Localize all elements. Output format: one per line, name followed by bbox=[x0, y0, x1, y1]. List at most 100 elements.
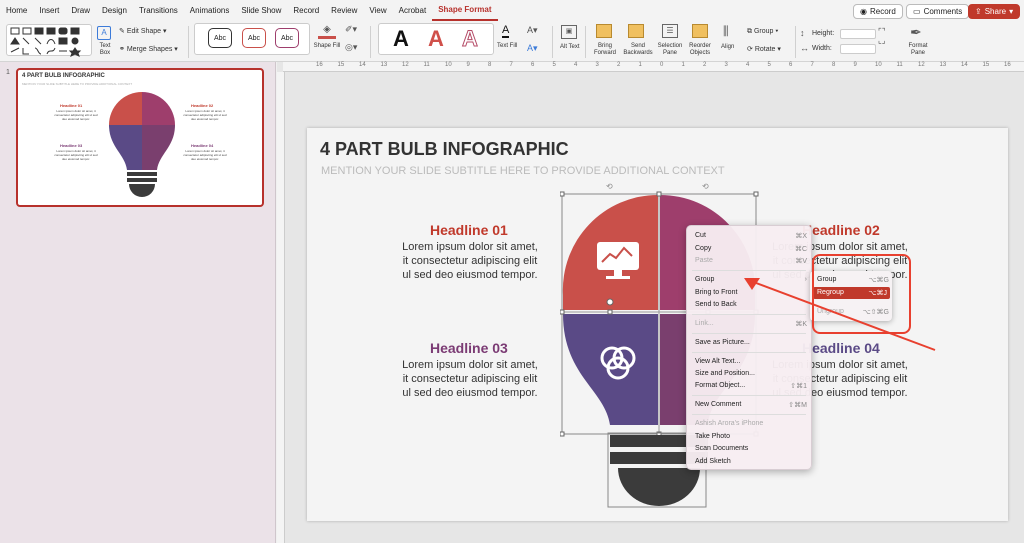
width-field[interactable] bbox=[840, 44, 876, 54]
merge-shapes-icon: ⚭ bbox=[119, 46, 127, 53]
tab-design[interactable]: Design bbox=[96, 0, 133, 22]
ruler-number: 3 bbox=[595, 62, 599, 68]
ruler-number: 8 bbox=[832, 62, 836, 68]
tab-transitions[interactable]: Transitions bbox=[133, 0, 184, 22]
edit-shape-button[interactable]: ✎ Edit Shape ▾ bbox=[119, 27, 167, 35]
thumb-body-2: Lorem ipsum dolor sit amet, it consectet… bbox=[183, 109, 227, 121]
headline-03[interactable]: Headline 03 bbox=[430, 340, 508, 356]
text-fill-icon[interactable]: A bbox=[502, 24, 510, 38]
body-text-01[interactable]: Lorem ipsum dolor sit amet, it consectet… bbox=[402, 240, 538, 282]
selection-pane-label[interactable]: Selection Pane bbox=[655, 43, 685, 57]
send-backward-icon[interactable] bbox=[628, 24, 644, 38]
record-button[interactable]: ◉ Record bbox=[853, 4, 903, 19]
thumb-headline-1: Headline 01 bbox=[60, 103, 83, 108]
ruler-number: 7 bbox=[810, 62, 814, 68]
text-fill-label[interactable]: Text Fill bbox=[497, 43, 517, 49]
headline-01[interactable]: Headline 01 bbox=[430, 222, 508, 238]
menu-item-size-and-position[interactable]: Size and Position... bbox=[695, 370, 807, 377]
body-text-03[interactable]: Lorem ipsum dolor sit amet, it consectet… bbox=[402, 358, 538, 400]
rotate-button[interactable]: ⟳ Rotate ▾ bbox=[747, 45, 781, 53]
size-stepper[interactable]: ⌜⌝ ⌞⌟ bbox=[878, 27, 886, 45]
comment-icon: ▭ bbox=[913, 7, 921, 16]
bring-forward-icon[interactable] bbox=[596, 24, 612, 38]
shape-fill-label[interactable]: Shape Fill bbox=[312, 43, 342, 50]
format-pane-icon[interactable]: ✒ bbox=[910, 24, 922, 41]
menu-section-device: Ashish Arora's iPhone bbox=[695, 420, 807, 427]
format-pane-label[interactable]: Format Pane bbox=[905, 43, 931, 57]
tab-record[interactable]: Record bbox=[287, 0, 325, 22]
tab-slide-show[interactable]: Slide Show bbox=[235, 0, 287, 22]
ribbon-divider bbox=[552, 26, 553, 58]
tab-shape-format[interactable]: Shape Format bbox=[432, 1, 498, 21]
bulb-quadrant-3[interactable] bbox=[563, 314, 658, 425]
shapes-gallery[interactable] bbox=[6, 24, 92, 57]
group-button[interactable]: ⧉ Group ▾ bbox=[747, 28, 778, 36]
merge-shapes-button[interactable]: ⚭ Merge Shapes ▾ bbox=[119, 45, 178, 53]
ruler-number: 6 bbox=[789, 62, 793, 68]
shape-style-2[interactable]: Abc bbox=[242, 28, 266, 48]
rotate-handle-icon[interactable]: ⟲ bbox=[606, 182, 613, 191]
menu-item-label: Group bbox=[695, 276, 715, 283]
text-effects-icon[interactable]: A▾ bbox=[527, 43, 538, 54]
tab-home[interactable]: Home bbox=[0, 0, 33, 22]
rotate-handle-icon[interactable]: ⟲ bbox=[702, 182, 709, 191]
menu-item-label: Paste bbox=[695, 257, 713, 264]
align-label[interactable]: Align bbox=[721, 44, 734, 50]
slide-subtitle[interactable]: MENTION YOUR SLIDE SUBTITLE HERE TO PROV… bbox=[321, 165, 725, 177]
menu-item-format-object[interactable]: Format Object... ⇧⌘1 bbox=[695, 382, 807, 390]
chevron-down-icon: ▾ bbox=[1009, 7, 1014, 16]
send-backwards-label[interactable]: Send Backwards bbox=[620, 43, 656, 57]
menu-item-add-sketch[interactable]: Add Sketch bbox=[695, 458, 807, 465]
bulb-base-cap[interactable] bbox=[618, 468, 700, 506]
chevron-down-icon: ▾ bbox=[161, 28, 167, 35]
ruler-number: 4 bbox=[574, 62, 578, 68]
menu-item-copy[interactable]: Copy ⌘C bbox=[695, 245, 807, 253]
slide-thumbnail[interactable]: 4 PART BULB INFOGRAPHIC MENTION YOUR SLI… bbox=[16, 68, 264, 207]
menu-item-new-comment[interactable]: New Comment ⇧⌘M bbox=[695, 401, 807, 409]
menu-item-take-photo[interactable]: Take Photo bbox=[695, 433, 807, 440]
comments-button[interactable]: ▭ Comments bbox=[906, 4, 970, 19]
text-box-label[interactable]: Text Box bbox=[94, 43, 116, 57]
shape-outline-icon[interactable]: ✐▾ bbox=[345, 24, 357, 35]
ruler-number: 10 bbox=[445, 62, 452, 68]
ruler-number: 10 bbox=[875, 62, 882, 68]
tab-acrobat[interactable]: Acrobat bbox=[393, 0, 433, 22]
share-button[interactable]: ⇪ Share ▾ bbox=[968, 4, 1021, 19]
menu-item-shortcut: ⌘V bbox=[795, 258, 807, 265]
tab-draw[interactable]: Draw bbox=[65, 0, 96, 22]
shape-effects-icon[interactable]: ◎▾ bbox=[345, 42, 357, 53]
menu-item-shortcut: ⇧⌘1 bbox=[790, 383, 807, 390]
thumb-headline-3: Headline 03 bbox=[60, 143, 83, 148]
width-icon: ↔ bbox=[800, 43, 809, 53]
tab-view[interactable]: View bbox=[363, 0, 392, 22]
shape-style-1[interactable]: Abc bbox=[208, 28, 232, 48]
selection-pane-icon[interactable]: ☰ bbox=[662, 24, 678, 38]
thumb-bulb-graphic bbox=[109, 92, 175, 197]
record-icon: ◉ bbox=[860, 7, 867, 16]
text-box-icon[interactable]: A bbox=[97, 26, 111, 40]
tab-review[interactable]: Review bbox=[325, 0, 363, 22]
menu-item-label: Format Object... bbox=[695, 382, 746, 389]
menu-item-scan-documents[interactable]: Scan Documents bbox=[695, 445, 807, 452]
alt-text-icon[interactable]: ▣ bbox=[561, 25, 577, 39]
reorder-objects-icon[interactable] bbox=[692, 24, 708, 38]
wordart-style-1[interactable]: A bbox=[393, 26, 409, 52]
shape-style-3[interactable]: Abc bbox=[275, 28, 299, 48]
tab-insert[interactable]: Insert bbox=[33, 0, 65, 22]
menu-item-cut[interactable]: Cut ⌘X bbox=[695, 232, 807, 240]
wordart-style-2[interactable]: A bbox=[428, 26, 444, 52]
ruler-number: 15 bbox=[982, 62, 990, 68]
slide-title[interactable]: 4 PART BULB INFOGRAPHIC bbox=[320, 139, 569, 160]
headline-02[interactable]: Headline 02 bbox=[802, 222, 880, 238]
align-icon[interactable]: ⫼ bbox=[723, 24, 729, 39]
menu-item-paste[interactable]: Paste ⌘V bbox=[695, 257, 807, 265]
slide-number: 1 bbox=[6, 69, 10, 76]
shape-fill-icon[interactable]: ◈ bbox=[318, 24, 336, 39]
alt-text-label[interactable]: Alt Text bbox=[560, 44, 580, 50]
bring-forward-label[interactable]: Bring Forward bbox=[590, 43, 620, 57]
tab-animations[interactable]: Animations bbox=[184, 0, 236, 22]
wordart-style-3[interactable]: A bbox=[462, 26, 479, 52]
text-outline-icon[interactable]: A▾ bbox=[527, 25, 538, 36]
reorder-objects-label[interactable]: Reorder Objects bbox=[685, 43, 715, 57]
height-field[interactable] bbox=[840, 29, 876, 39]
